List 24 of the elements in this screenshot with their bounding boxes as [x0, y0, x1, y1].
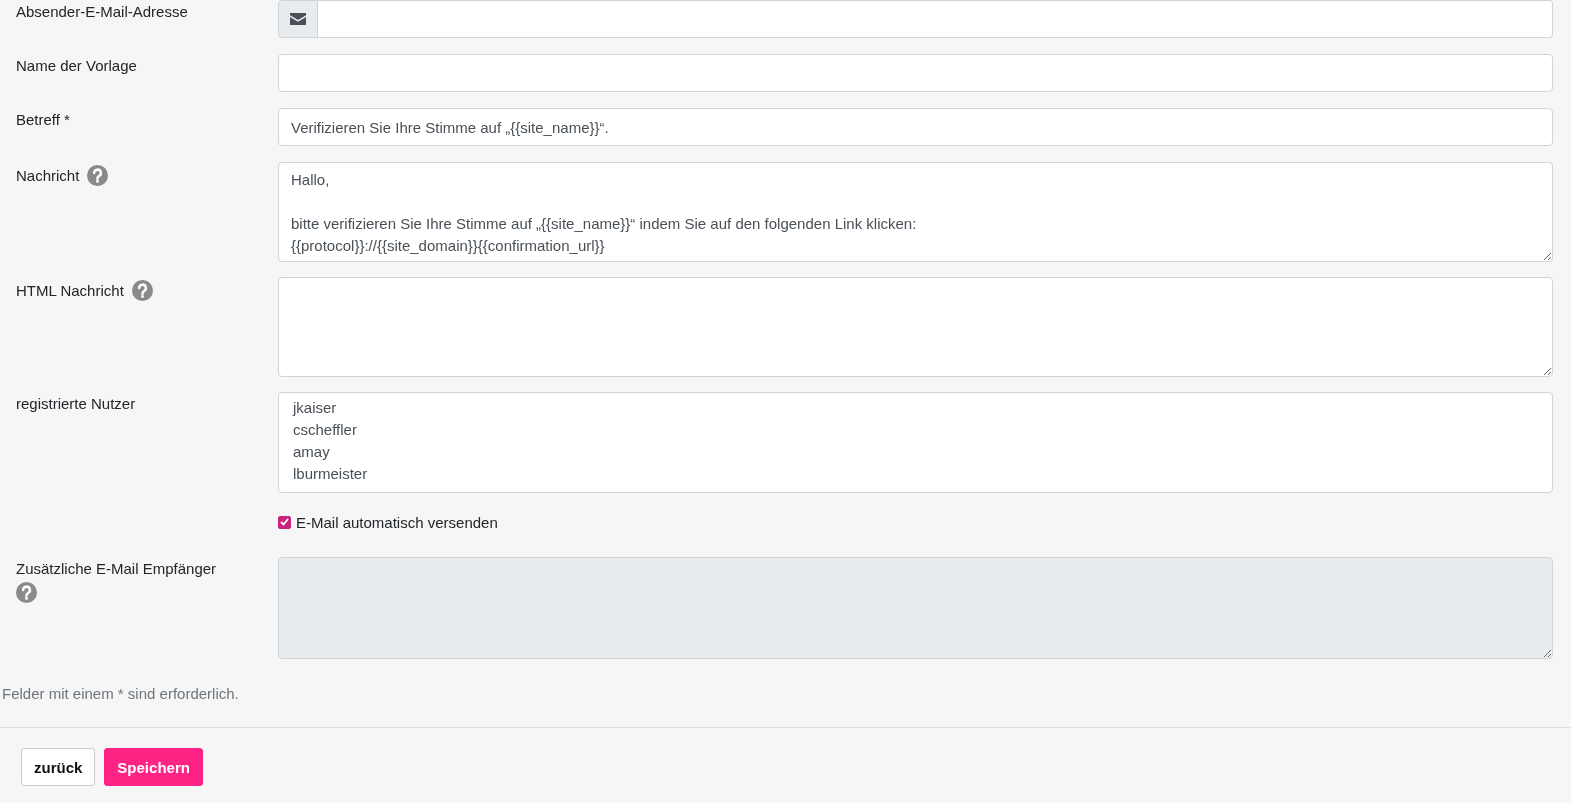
required-note: Felder mit einem * sind erforderlich.: [1, 685, 240, 703]
list-option[interactable]: jkaiser: [293, 397, 1538, 419]
list-option[interactable]: amay: [293, 441, 1538, 463]
list-option[interactable]: lburmeister: [293, 463, 1538, 485]
email-field[interactable]: [317, 0, 1553, 38]
field-label: Zusätzliche E-Mail Empfänger: [16, 560, 217, 578]
text-field[interactable]: [278, 54, 1553, 92]
field-label: HTML Nachricht: [16, 281, 124, 300]
back-button[interactable]: zurück: [21, 748, 96, 786]
field-label: Absender-E-Mail-Adresse: [16, 3, 188, 21]
user-list[interactable]: jkaiser cscheffler amay lburmeister: [278, 392, 1553, 493]
list-option[interactable]: cscheffler: [293, 419, 1538, 441]
save-button[interactable]: Speichern: [104, 748, 203, 786]
help-icon[interactable]: [131, 280, 153, 301]
text-field[interactable]: Verifizieren Sie Ihre Stimme auf „{{site_name}}“.: [278, 108, 1553, 146]
field-label: Betreff *: [16, 111, 70, 129]
checkbox-label[interactable]: E-Mail automatisch versenden: [296, 513, 498, 531]
field-label: Name der Vorlage: [16, 57, 137, 75]
help-icon[interactable]: [87, 165, 109, 186]
text-area[interactable]: Hallo, bitte verifizieren Sie Ihre Stimme auf „{{site_name}}“ indem Sie auf den folgenden Link klicken: {{protocol}}://{{site_domain}}{{confirmation_url}}: [278, 162, 1553, 262]
field-label: registrierte Nutzer: [16, 395, 136, 413]
field-label: Nachricht: [16, 166, 80, 185]
envelope-icon: [289, 13, 306, 25]
checkbox[interactable]: [278, 515, 291, 529]
